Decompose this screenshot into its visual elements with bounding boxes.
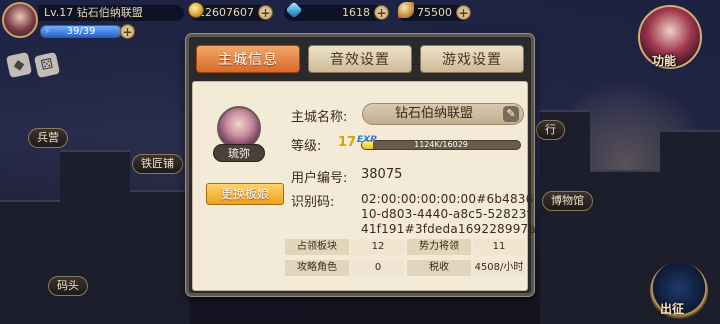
map-label-smithy[interactable]: 铁匠铺: [132, 154, 183, 174]
stat-occupied-blocks-label: 占领板块: [285, 239, 349, 255]
tab-bar: 主城信息 音效设置 游戏设置: [196, 45, 524, 75]
city-name-label: 主城名称:: [291, 110, 348, 125]
cards-icon[interactable]: ◆: [5, 51, 33, 79]
leaf-token-icon: [398, 2, 414, 18]
stat-faction-generals: 11: [473, 239, 525, 255]
stat-tax-label: 税收: [407, 260, 471, 276]
player-level-name: Lv.17 钻石伯纳联盟: [38, 5, 184, 21]
map-label-museum[interactable]: 博物馆: [542, 191, 593, 211]
level-label: 等级:: [291, 139, 322, 154]
exp-bar: 1124K/16029: [361, 140, 521, 150]
edit-icon[interactable]: ✎: [503, 106, 519, 122]
id-code-line: 02:00:00:00:00:00#6b4836: [361, 192, 534, 206]
id-code-line: 41f191#3fdeda169228997a: [361, 222, 536, 236]
add-token-button[interactable]: +: [456, 5, 471, 20]
character-name: 琉弥: [213, 144, 265, 162]
exp-tag: EXP: [357, 135, 377, 145]
tab-sound-settings[interactable]: 音效设置: [308, 45, 412, 73]
user-id-value: 38075: [361, 167, 403, 182]
map-label-dock[interactable]: 码头: [48, 276, 88, 296]
stat-captured-characters: 0: [351, 260, 405, 276]
exp-text: 1124K/16029: [414, 140, 468, 149]
stat-occupied-blocks: 12: [351, 239, 405, 255]
building-silhouette: [540, 110, 590, 324]
tab-game-settings[interactable]: 游戏设置: [420, 45, 524, 73]
tab-city-info[interactable]: 主城信息: [196, 45, 300, 73]
lightning-icon: ⚡: [44, 27, 51, 37]
sortie-label[interactable]: 出征: [660, 300, 684, 317]
player-avatar[interactable]: [2, 2, 38, 38]
map-label-partial[interactable]: 行: [536, 120, 565, 140]
stamina-bar: 39/39: [40, 25, 122, 38]
building-silhouette: [0, 200, 60, 324]
function-label[interactable]: 功能: [652, 52, 676, 69]
stat-faction-generals-label: 势力将领: [407, 239, 471, 255]
city-info-dialog: 主城信息 音效设置 游戏设置 琉弥 更换板娘 主城名称: 钻石伯纳联盟 ✎ 等级…: [186, 34, 536, 296]
level-value: 17: [338, 135, 357, 150]
stat-tax: 4508/小时: [473, 260, 525, 276]
gold-coin-icon: [188, 2, 204, 18]
add-gem-button[interactable]: +: [374, 5, 389, 20]
add-gold-button[interactable]: +: [258, 5, 273, 20]
change-character-button[interactable]: 更换板娘: [206, 183, 284, 205]
add-stamina-button[interactable]: +: [120, 24, 135, 39]
building-silhouette: [130, 190, 190, 324]
id-code-line: 10-d803-4440-a8c5-52823f: [361, 207, 532, 221]
building-silhouette: [60, 150, 130, 324]
info-content: 琉弥 更换板娘 主城名称: 钻石伯纳联盟 ✎ 等级: 17 1124K/1602…: [192, 81, 536, 291]
stamina-value: 39/39: [66, 26, 96, 37]
city-name-field[interactable]: 钻石伯纳联盟: [362, 103, 524, 125]
dice-icon[interactable]: ⚄: [33, 51, 61, 79]
map-label-barracks[interactable]: 兵营: [28, 128, 68, 148]
user-id-label: 用户编号:: [291, 171, 348, 186]
stat-captured-characters-label: 攻略角色: [285, 260, 349, 276]
id-code-label: 识别码:: [291, 195, 335, 210]
building-silhouette: [590, 170, 660, 324]
